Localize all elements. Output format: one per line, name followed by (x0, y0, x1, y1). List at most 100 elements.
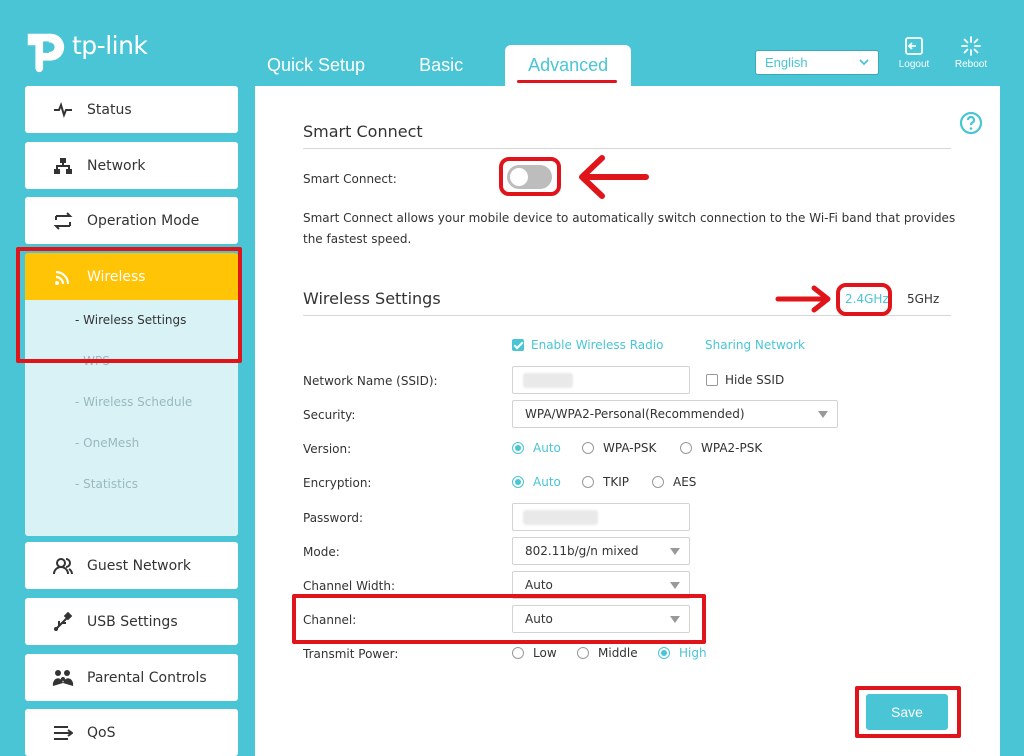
sidebar-item-network[interactable]: Network (25, 142, 238, 189)
mode-select[interactable]: 802.11b/g/n mixed (512, 537, 690, 565)
tab-basic[interactable]: Basic (402, 45, 480, 86)
pulse-icon (25, 101, 87, 118)
power-radio-middle[interactable]: Middle (577, 646, 638, 660)
submenu-item-wps[interactable]: - WPS (25, 341, 238, 382)
sidebar-item-wireless[interactable]: Wireless (25, 253, 238, 300)
radio-label: AES (673, 475, 697, 489)
dropdown-arrow-icon (670, 616, 680, 623)
main-panel: Smart Connect Smart Connect: Smart Conne… (255, 86, 1000, 756)
channel-width-select[interactable]: Auto (512, 571, 690, 599)
ssid-input[interactable] (512, 366, 690, 394)
language-value: English (765, 55, 808, 70)
power-radio-low[interactable]: Low (512, 646, 557, 660)
radio-label: Auto (533, 475, 561, 489)
reboot-label: Reboot (954, 59, 988, 70)
radio-circle (512, 476, 524, 488)
submenu-item-wireless-schedule[interactable]: - Wireless Schedule (25, 382, 238, 423)
power-radio-high[interactable]: High (658, 646, 707, 660)
band-tab-5ghz[interactable]: 5GHz (907, 292, 939, 306)
channel-select[interactable]: Auto (512, 605, 690, 633)
sidebar-item-usb-settings[interactable]: USB Settings (25, 598, 238, 645)
radio-circle (582, 442, 594, 454)
sidebar-item-label: Wireless (87, 268, 146, 285)
top-navigation: Quick Setup Basic Advanced (250, 45, 632, 86)
radio-circle (512, 442, 524, 454)
radio-label: WPA2-PSK (701, 441, 763, 455)
sidebar-item-status[interactable]: Status (25, 86, 238, 133)
network-icon (25, 157, 87, 175)
hide-ssid-checkbox[interactable]: Hide SSID (706, 373, 784, 387)
password-input[interactable] (512, 503, 690, 531)
hide-ssid-label: Hide SSID (725, 373, 785, 387)
reboot-button[interactable]: Reboot (951, 36, 991, 70)
encryption-radio-aes[interactable]: AES (652, 475, 696, 489)
version-radio-auto[interactable]: Auto (512, 441, 561, 455)
sharing-network-link[interactable]: Sharing Network (705, 338, 805, 352)
security-select[interactable]: WPA/WPA2-Personal(Recommended) (512, 400, 838, 428)
sidebar-item-label: USB Settings (87, 613, 178, 630)
mode-value: 802.11b/g/n mixed (525, 544, 639, 558)
enable-wireless-radio-checkbox[interactable]: Enable Wireless Radio (512, 338, 663, 352)
password-label: Password: (303, 511, 364, 525)
dropdown-arrow-icon (670, 582, 680, 589)
version-radio-wpa-psk[interactable]: WPA-PSK (582, 441, 656, 455)
help-icon[interactable] (959, 111, 983, 135)
wifi-icon (25, 268, 87, 286)
sidebar-item-label: QoS (87, 724, 116, 741)
tp-link-logo-mark (27, 33, 65, 73)
encryption-radio-tkip[interactable]: TKIP (582, 475, 629, 489)
encryption-label: Encryption: (303, 476, 372, 490)
sidebar-item-operation-mode[interactable]: Operation Mode (25, 197, 238, 244)
sidebar-item-guest-network[interactable]: Guest Network (25, 542, 238, 589)
smart-connect-toggle[interactable] (507, 165, 552, 189)
sidebar-item-parental-controls[interactable]: Parental Controls (25, 654, 238, 701)
submenu-item-onemesh[interactable]: - OneMesh (25, 423, 238, 464)
security-value: WPA/WPA2-Personal(Recommended) (525, 407, 745, 421)
users-icon (25, 557, 87, 575)
smart-connect-title: Smart Connect (303, 122, 423, 141)
toggle-knob (510, 168, 528, 186)
wireless-submenu: - Wireless Settings - WPS - Wireless Sch… (25, 300, 238, 536)
sidebar-item-qos[interactable]: QoS (25, 709, 238, 756)
tab-quick-setup[interactable]: Quick Setup (250, 45, 382, 86)
sidebar-item-label: Status (87, 101, 132, 118)
save-button[interactable]: Save (866, 694, 948, 730)
reboot-icon (961, 36, 981, 56)
radio-label: Middle (598, 646, 638, 660)
channel-width-value: Auto (525, 578, 553, 592)
enable-wireless-radio-label: Enable Wireless Radio (531, 338, 664, 352)
tab-advanced[interactable]: Advanced (505, 45, 632, 86)
version-radio-wpa2-psk[interactable]: WPA2-PSK (680, 441, 762, 455)
language-select[interactable]: English (755, 50, 879, 75)
mode-label: Mode: (303, 545, 340, 559)
tp-link-logo: tp-link (22, 28, 148, 74)
logo-text: tp-link (72, 30, 148, 60)
channel-width-label: Channel Width: (303, 579, 395, 593)
band-tab-2-4ghz[interactable]: 2.4GHz (845, 292, 889, 306)
radio-circle (680, 442, 692, 454)
tab-highlight-underline (517, 80, 618, 83)
submenu-item-statistics[interactable]: - Statistics (25, 464, 238, 505)
checkbox-box (706, 374, 718, 386)
sidebar-item-label: Parental Controls (87, 669, 207, 686)
smart-connect-label: Smart Connect: (303, 172, 397, 186)
checkbox-box (512, 339, 524, 351)
radio-label: Auto (533, 441, 561, 455)
radio-circle (577, 647, 589, 659)
version-label: Version: (303, 442, 352, 456)
transmit-power-label: Transmit Power: (303, 647, 399, 661)
radio-circle (512, 647, 524, 659)
channel-label: Channel: (303, 613, 357, 627)
radio-label: Low (533, 646, 557, 660)
logout-button[interactable]: Logout (894, 36, 934, 70)
swap-icon (25, 211, 87, 230)
channel-value: Auto (525, 612, 553, 626)
sidebar-item-label: Operation Mode (87, 212, 200, 229)
family-icon (25, 669, 87, 687)
submenu-item-wireless-settings[interactable]: - Wireless Settings (25, 300, 238, 341)
sidebar-item-label: Network (87, 157, 146, 174)
tab-advanced-label: Advanced (528, 55, 609, 75)
encryption-radio-auto[interactable]: Auto (512, 475, 561, 489)
radio-circle (652, 476, 664, 488)
smart-connect-description: Smart Connect allows your mobile device … (303, 211, 956, 246)
